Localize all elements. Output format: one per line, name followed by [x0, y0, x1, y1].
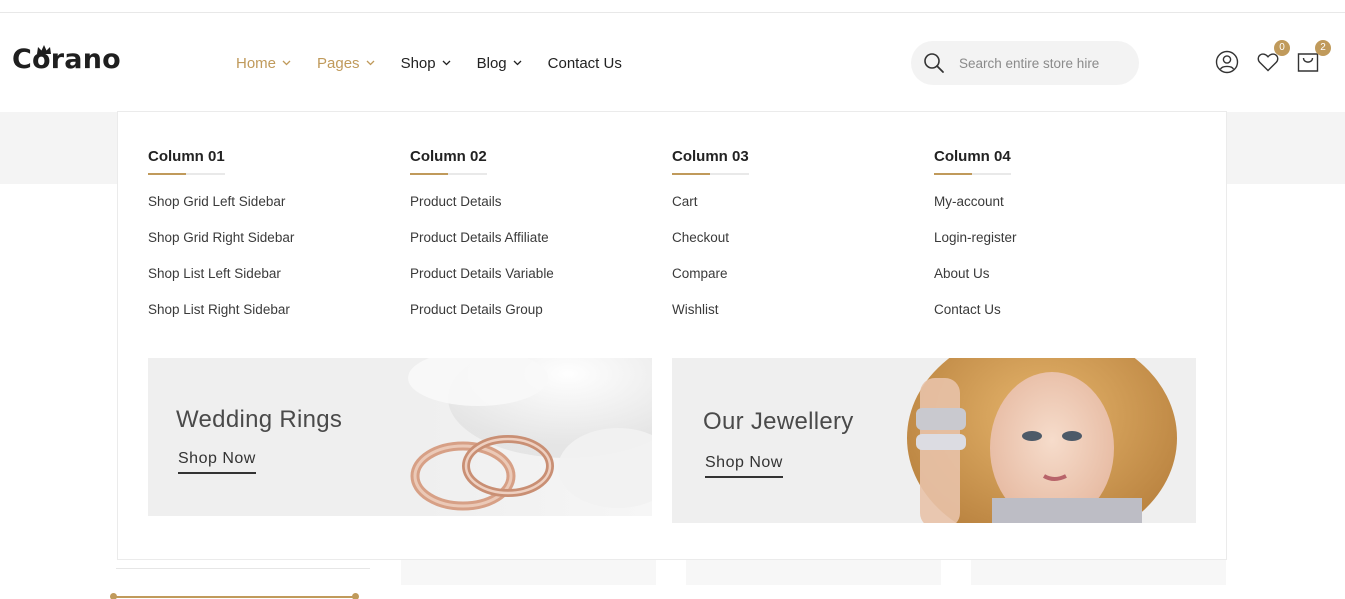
banner-image-rings [148, 358, 652, 516]
nav-item-label: Shop [400, 54, 436, 72]
our-jewellery-banner[interactable]: Our Jewellery Shop Now [672, 358, 1196, 523]
nav-item-shop[interactable]: Shop [401, 55, 451, 72]
column-title: Column 01 [148, 148, 225, 175]
nav-item-label: Pages [317, 54, 360, 72]
nav-item-label: Blog [476, 54, 507, 72]
shop-now-link[interactable]: Shop Now [705, 454, 783, 478]
chevron-down-icon [282, 60, 291, 66]
product-card [971, 559, 1226, 585]
column-title-text: Column 03 [672, 148, 749, 165]
menu-column-04: Column 04 My-account Login-register Abou… [934, 148, 1174, 337]
menu-link-shop-list-right-sidebar[interactable]: Shop List Right Sidebar [148, 301, 388, 337]
price-range-track[interactable] [114, 596, 356, 598]
banner-title: Our Jewellery [703, 408, 854, 435]
column-title-text: Column 02 [410, 148, 487, 165]
menu-link-product-details-affiliate[interactable]: Product Details Affiliate [410, 229, 650, 265]
chevron-down-icon [442, 60, 451, 66]
cart-button[interactable]: 2 [1296, 40, 1331, 79]
menu-link-shop-grid-right-sidebar[interactable]: Shop Grid Right Sidebar [148, 229, 388, 265]
top-divider [0, 12, 1345, 13]
search-icon[interactable] [923, 52, 945, 74]
search-input[interactable] [959, 55, 1129, 71]
product-card [401, 559, 656, 585]
cart-count-badge: 2 [1315, 40, 1331, 56]
title-underline [934, 173, 1011, 175]
wedding-rings-banner[interactable]: Wedding Rings Shop Now [148, 358, 652, 516]
menu-link-about-us[interactable]: About Us [934, 265, 1174, 301]
main-nav: Home Pages Shop Blog Contact Us [236, 53, 648, 73]
menu-column-02: Column 02 Product Details Product Detail… [410, 148, 650, 337]
column-title: Column 04 [934, 148, 1011, 175]
menu-link-product-details-group[interactable]: Product Details Group [410, 301, 650, 337]
nav-item-pages[interactable]: Pages [317, 55, 375, 72]
menu-column-03: Column 03 Cart Checkout Compare Wishlist [672, 148, 912, 337]
column-title-text: Column 01 [148, 148, 225, 165]
banner-title: Wedding Rings [176, 406, 343, 433]
chevron-down-icon [513, 60, 522, 66]
product-card [686, 559, 941, 585]
wishlist-count-badge: 0 [1274, 40, 1290, 56]
account-button[interactable] [1215, 50, 1239, 79]
banner-image-model [672, 358, 1196, 523]
nav-item-blog[interactable]: Blog [477, 55, 522, 72]
column-title: Column 02 [410, 148, 487, 175]
menu-link-product-details[interactable]: Product Details [410, 193, 650, 229]
menu-link-wishlist[interactable]: Wishlist [672, 301, 912, 337]
sidebar-divider [116, 568, 370, 569]
nav-item-contact-us[interactable]: Contact Us [548, 55, 622, 72]
menu-link-product-details-variable[interactable]: Product Details Variable [410, 265, 650, 301]
price-range-handle-min[interactable] [110, 593, 117, 599]
price-range-handle-max[interactable] [352, 593, 359, 599]
site-logo[interactable]: Corano [12, 44, 121, 84]
title-underline [672, 173, 749, 175]
menu-link-contact-us[interactable]: Contact Us [934, 301, 1174, 337]
menu-link-shop-list-left-sidebar[interactable]: Shop List Left Sidebar [148, 265, 388, 301]
title-underline [410, 173, 487, 175]
shop-now-link[interactable]: Shop Now [178, 450, 256, 474]
menu-link-my-account[interactable]: My-account [934, 193, 1174, 229]
menu-link-checkout[interactable]: Checkout [672, 229, 912, 265]
menu-link-shop-grid-left-sidebar[interactable]: Shop Grid Left Sidebar [148, 193, 388, 229]
pages-mega-menu: Column 01 Shop Grid Left Sidebar Shop Gr… [117, 111, 1227, 560]
column-title-text: Column 04 [934, 148, 1011, 165]
nav-item-label: Home [236, 54, 277, 72]
menu-link-compare[interactable]: Compare [672, 265, 912, 301]
menu-link-cart[interactable]: Cart [672, 193, 912, 229]
title-underline [148, 173, 225, 175]
search-box [911, 41, 1139, 85]
wishlist-button[interactable]: 0 [1256, 40, 1290, 79]
crown-icon [37, 45, 51, 54]
nav-item-label: Contact Us [547, 54, 622, 72]
menu-column-01: Column 01 Shop Grid Left Sidebar Shop Gr… [148, 148, 388, 337]
chevron-down-icon [366, 60, 375, 66]
menu-link-login-register[interactable]: Login-register [934, 229, 1174, 265]
column-title: Column 03 [672, 148, 749, 175]
logo-text: Corano [12, 44, 121, 75]
user-icon [1215, 50, 1239, 74]
nav-item-home[interactable]: Home [236, 55, 291, 72]
